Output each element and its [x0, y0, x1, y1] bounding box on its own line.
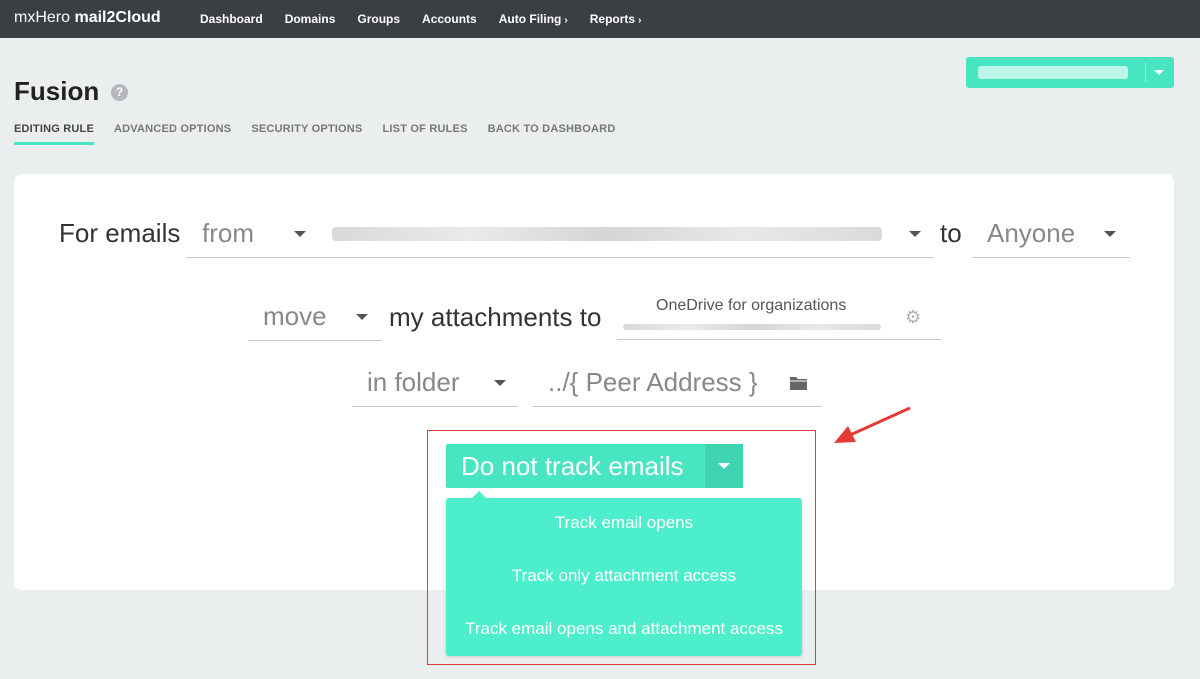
tracking-dropdown-toggle[interactable] [705, 444, 743, 488]
nav-reports[interactable]: Reports › [590, 12, 642, 26]
chevron-down-icon[interactable] [909, 231, 921, 237]
direction-select-value[interactable]: from [202, 218, 254, 249]
chevron-right-icon: › [638, 15, 642, 26]
storage-account-redacted [623, 324, 881, 330]
nav-dashboard[interactable]: Dashboard [200, 12, 263, 26]
gear-icon[interactable]: ⚙ [905, 307, 921, 328]
storage-value: OneDrive for organizations [656, 297, 847, 314]
folder-path-value: ../{ Peer Address } [548, 367, 758, 397]
nav-auto-filing[interactable]: Auto Filing › [499, 12, 568, 26]
nav-accounts[interactable]: Accounts [422, 12, 477, 26]
selector-divider [1145, 63, 1146, 82]
page-tabs: EDITING RULE ADVANCED OPTIONS SECURITY O… [14, 123, 635, 145]
tab-security-options[interactable]: SECURITY OPTIONS [251, 123, 362, 145]
to-label: to [940, 218, 962, 248]
folder-mode-value: in folder [367, 367, 460, 397]
account-selector[interactable] [966, 57, 1174, 88]
help-icon[interactable]: ? [111, 84, 128, 101]
chevron-down-icon [1104, 231, 1116, 237]
recipient-value: Anyone [987, 218, 1076, 248]
action-select[interactable]: move [248, 296, 382, 341]
annotation-arrow-icon [834, 406, 911, 443]
storage-select[interactable]: OneDrive for organizations ⚙ [617, 292, 941, 340]
chevron-right-icon: › [564, 15, 568, 26]
menu-item-track-attachment-access[interactable]: Track only attachment access [446, 566, 802, 586]
attachments-label: my attachments to [389, 302, 602, 332]
chevron-down-icon[interactable] [294, 231, 306, 237]
menu-item-track-email-opens[interactable]: Track email opens [446, 513, 802, 533]
sender-address-redacted [332, 227, 882, 241]
brand-logo[interactable]: mxHero mail2Cloud [14, 9, 161, 27]
for-emails-label: For emails [59, 218, 181, 248]
brand-bold: mail2Cloud [74, 9, 161, 26]
chevron-down-icon [1154, 70, 1164, 75]
account-name-redacted [978, 66, 1128, 79]
tracking-dropdown-menu: Track email opens Track only attachment … [446, 491, 802, 656]
tab-back-to-dashboard[interactable]: BACK TO DASHBOARD [488, 123, 616, 145]
tab-advanced-options[interactable]: ADVANCED OPTIONS [114, 123, 231, 145]
chevron-down-icon [356, 314, 368, 320]
tracking-select-button[interactable]: Do not track emails [446, 444, 743, 488]
top-navbar: mxHero mail2Cloud Dashboard Domains Grou… [0, 0, 1200, 38]
chevron-down-icon [718, 463, 730, 469]
action-value: move [263, 301, 327, 331]
sender-field[interactable]: from [186, 212, 934, 258]
tab-editing-rule[interactable]: EDITING RULE [14, 123, 95, 145]
menu-item-track-opens-and-attachments[interactable]: Track email opens and attachment access [446, 619, 802, 639]
folder-icon[interactable] [789, 375, 809, 391]
folder-path-field[interactable]: ../{ Peer Address } [533, 362, 822, 407]
recipient-select[interactable]: Anyone [972, 212, 1130, 258]
brand-light: mxHero [14, 9, 71, 26]
folder-mode-select[interactable]: in folder [352, 362, 518, 407]
page-title: Fusion [14, 76, 100, 106]
nav-groups[interactable]: Groups [357, 12, 400, 26]
tab-list-of-rules[interactable]: LIST OF RULES [383, 123, 468, 145]
main-nav: Dashboard Domains Groups Accounts Auto F… [200, 0, 663, 38]
nav-domains[interactable]: Domains [285, 12, 336, 26]
tracking-selected-label: Do not track emails [461, 451, 684, 481]
chevron-down-icon [494, 380, 506, 386]
